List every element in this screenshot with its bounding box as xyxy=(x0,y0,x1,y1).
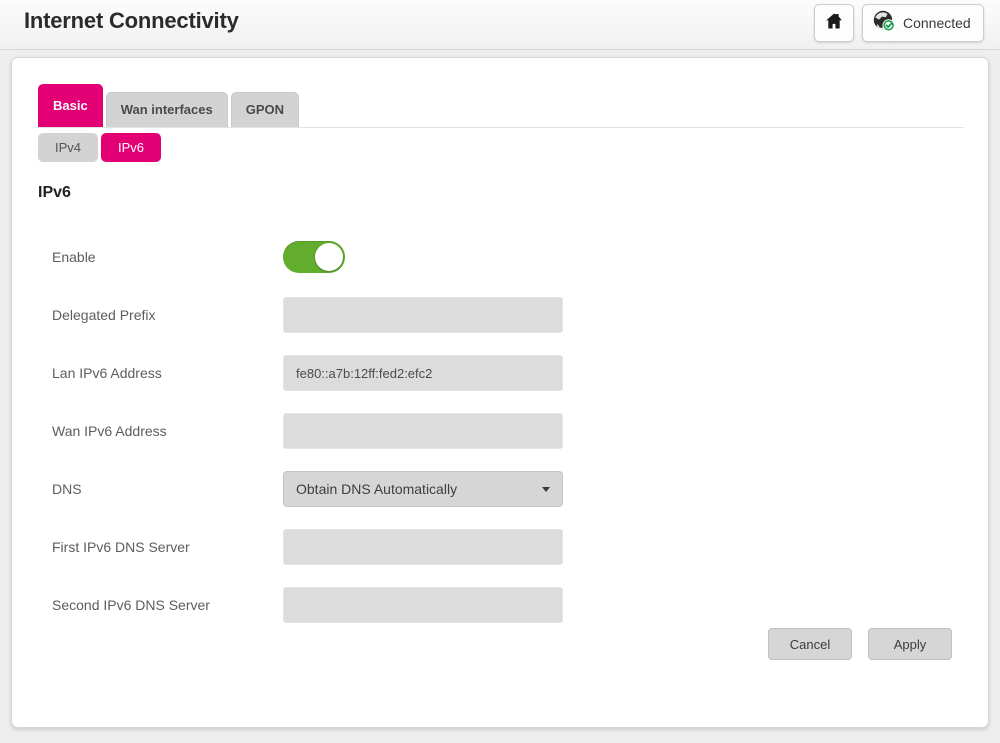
subtab-ipv4[interactable]: IPv4 xyxy=(38,133,99,162)
wan-ipv6-address-input[interactable] xyxy=(283,413,563,449)
delegated-prefix-input[interactable] xyxy=(283,297,563,333)
label-first-ipv6-dns-server: First IPv6 DNS Server xyxy=(52,539,190,555)
dns-mode-selected-value: Obtain DNS Automatically xyxy=(296,481,458,497)
second-ipv6-dns-server-wrapper xyxy=(283,587,563,623)
enable-toggle[interactable] xyxy=(283,241,345,273)
form-action-bar: Cancel Apply xyxy=(768,628,952,660)
tab-basic[interactable]: Basic xyxy=(38,84,103,127)
form-row-delegated-prefix: Delegated Prefix xyxy=(38,286,958,344)
sub-tab-bar: IPv4 IPv6 xyxy=(38,133,162,162)
tab-bar-divider xyxy=(38,127,964,128)
lan-ipv6-address-wrapper xyxy=(283,355,563,391)
label-lan-ipv6-address: Lan IPv6 Address xyxy=(52,365,162,381)
label-delegated-prefix: Delegated Prefix xyxy=(52,307,156,323)
app-header: Internet Connectivity Connected xyxy=(0,0,1000,50)
label-enable: Enable xyxy=(52,249,96,265)
globe-connected-icon xyxy=(872,9,896,38)
toggle-knob xyxy=(315,243,343,271)
form-row-lan-ipv6-address: Lan IPv6 Address xyxy=(38,344,958,402)
subtab-ipv6[interactable]: IPv6 xyxy=(101,133,162,162)
dns-mode-select[interactable]: Obtain DNS Automatically xyxy=(283,471,563,507)
apply-button[interactable]: Apply xyxy=(868,628,952,660)
first-ipv6-dns-server-wrapper xyxy=(283,529,563,565)
delegated-prefix-wrapper xyxy=(283,297,563,333)
home-button[interactable] xyxy=(814,4,854,42)
wan-ipv6-address-wrapper xyxy=(283,413,563,449)
form-row-first-ipv6-dns-server: First IPv6 DNS Server xyxy=(38,518,958,576)
label-dns: DNS xyxy=(52,481,82,497)
content-panel: Basic Wan interfaces GPON IPv4 IPv6 IPv6… xyxy=(11,57,989,728)
tab-wan-interfaces[interactable]: Wan interfaces xyxy=(105,92,228,127)
form-row-second-ipv6-dns-server: Second IPv6 DNS Server xyxy=(38,576,958,634)
primary-tab-bar: Basic Wan interfaces GPON xyxy=(38,84,299,127)
cancel-button[interactable]: Cancel xyxy=(768,628,852,660)
label-second-ipv6-dns-server: Second IPv6 DNS Server xyxy=(52,597,210,613)
section-title: IPv6 xyxy=(38,184,71,201)
enable-toggle-wrapper xyxy=(283,241,345,273)
connection-status-label: Connected xyxy=(903,15,971,31)
connection-status-button[interactable]: Connected xyxy=(862,4,984,42)
page-title: Internet Connectivity xyxy=(24,8,239,33)
form-row-enable: Enable xyxy=(38,228,958,286)
second-ipv6-dns-server-input[interactable] xyxy=(283,587,563,623)
ipv6-settings-form: Enable Delegated Prefix Lan IPv6 Address… xyxy=(38,228,958,634)
home-icon xyxy=(824,11,844,36)
first-ipv6-dns-server-input[interactable] xyxy=(283,529,563,565)
lan-ipv6-address-input[interactable] xyxy=(283,355,563,391)
chevron-down-icon xyxy=(542,486,550,492)
tab-gpon[interactable]: GPON xyxy=(230,92,299,127)
form-row-wan-ipv6-address: Wan IPv6 Address xyxy=(38,402,958,460)
form-row-dns: DNS Obtain DNS Automatically xyxy=(38,460,958,518)
label-wan-ipv6-address: Wan IPv6 Address xyxy=(52,423,167,439)
dns-select-wrapper: Obtain DNS Automatically xyxy=(283,471,563,507)
